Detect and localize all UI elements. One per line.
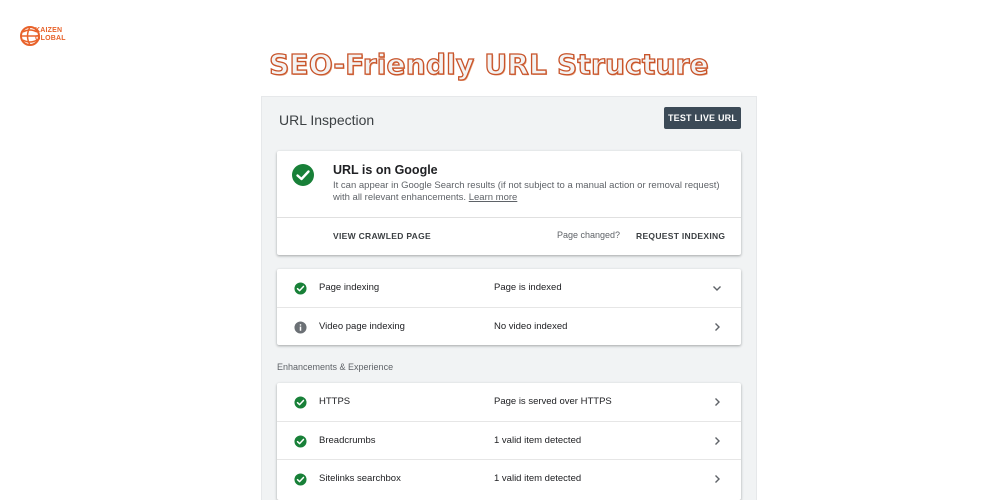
- chevron-right-icon[interactable]: [711, 396, 723, 408]
- list-item[interactable]: Page indexing Page is indexed: [277, 269, 741, 307]
- page-changed-label: Page changed?: [557, 230, 621, 240]
- test-live-url-button[interactable]: TEST LIVE URL: [664, 107, 741, 129]
- chevron-right-icon[interactable]: [711, 435, 723, 447]
- status-description: It can appear in Google Search results (…: [333, 180, 723, 204]
- panel-title: URL Inspection: [279, 112, 375, 128]
- row-name: Page indexing: [319, 282, 380, 293]
- list-item[interactable]: Video page indexing No video indexed: [277, 307, 741, 346]
- chevron-down-icon[interactable]: [711, 282, 723, 294]
- page-headline: SEO-Friendly URL Structure: [269, 47, 710, 81]
- chevron-right-icon[interactable]: [711, 473, 723, 485]
- row-name: Video page indexing: [319, 321, 405, 332]
- check-circle-icon: [294, 473, 307, 486]
- row-value: Page is served over HTTPS: [494, 396, 612, 407]
- check-circle-icon: [292, 164, 314, 186]
- info-circle-icon: [294, 321, 307, 334]
- row-value: 1 valid item detected: [494, 473, 582, 484]
- enhancements-card: HTTPS Page is served over HTTPS Breadcru…: [277, 383, 741, 500]
- logo-line-2: GLOBAL: [35, 35, 66, 42]
- index-status-card: URL is on Google It can appear in Google…: [277, 151, 741, 255]
- check-circle-icon: [294, 435, 307, 448]
- list-item[interactable]: Breadcrumbs 1 valid item detected: [277, 421, 741, 460]
- url-inspection-panel: URL Inspection TEST LIVE URL URL is on G…: [262, 97, 756, 500]
- row-value: No video indexed: [494, 321, 568, 332]
- row-value: Page is indexed: [494, 282, 562, 293]
- chevron-right-icon[interactable]: [711, 321, 723, 333]
- list-item[interactable]: HTTPS Page is served over HTTPS: [277, 383, 741, 421]
- section-label: Enhancements & Experience: [277, 362, 394, 372]
- request-indexing-button[interactable]: REQUEST INDEXING: [636, 231, 725, 241]
- check-circle-icon: [294, 396, 307, 409]
- list-item[interactable]: Sitelinks searchbox 1 valid item detecte…: [277, 459, 741, 498]
- check-circle-icon: [294, 282, 307, 295]
- status-title: URL is on Google: [333, 163, 438, 177]
- row-value: 1 valid item detected: [494, 435, 582, 446]
- row-name: Breadcrumbs: [319, 435, 376, 446]
- divider: [277, 217, 741, 218]
- status-description-text: It can appear in Google Search results (…: [333, 180, 720, 203]
- row-name: HTTPS: [319, 396, 351, 407]
- row-name: Sitelinks searchbox: [319, 473, 401, 484]
- view-crawled-page-button[interactable]: VIEW CRAWLED PAGE: [333, 231, 431, 241]
- indexing-card: Page indexing Page is indexed Video page…: [277, 269, 741, 345]
- logo-line-1: KAIZEN: [35, 27, 63, 34]
- learn-more-link[interactable]: Learn more: [469, 192, 518, 203]
